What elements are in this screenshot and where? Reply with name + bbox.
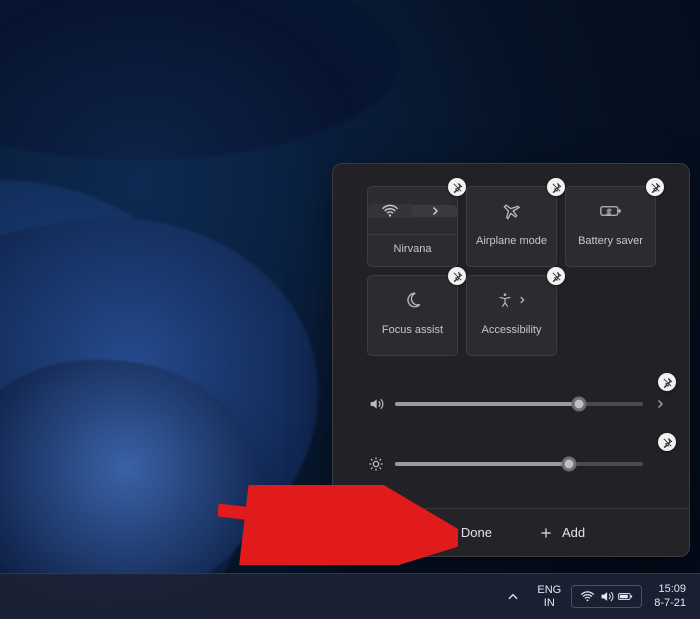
wifi-icon — [580, 589, 595, 604]
tile-label: Nirvana — [390, 243, 436, 256]
wallpaper-wave — [0, 0, 400, 160]
tile-label: Focus assist — [378, 324, 447, 337]
language-button[interactable]: ENG IN — [533, 584, 565, 609]
chevron-right-icon — [517, 295, 527, 305]
chevron-right-icon — [654, 398, 666, 410]
battery-icon — [618, 589, 633, 604]
tile-focus-assist[interactable]: Focus assist — [367, 275, 458, 356]
volume-icon — [599, 589, 614, 604]
accessibility-icon — [497, 292, 513, 308]
tile-label: Accessibility — [478, 324, 546, 337]
clock-time: 15:09 — [654, 583, 686, 597]
brightness-icon — [367, 456, 385, 472]
taskbar: ENG IN 15:09 8-7-21 — [0, 573, 700, 619]
battery-saver-icon — [600, 204, 622, 218]
wifi-toggle-button[interactable] — [368, 204, 412, 218]
language-line1: ENG — [537, 584, 561, 597]
wifi-expand-button[interactable] — [412, 205, 457, 217]
chevron-right-icon — [429, 205, 441, 217]
unpin-button[interactable] — [658, 433, 676, 451]
panel-footer: Done Add — [333, 508, 689, 556]
system-tray-button[interactable] — [571, 585, 642, 608]
unpin-button[interactable] — [658, 373, 676, 391]
check-icon — [437, 525, 453, 541]
tray-overflow-button[interactable] — [499, 582, 527, 612]
airplane-icon — [502, 201, 522, 221]
add-button[interactable]: Add — [528, 519, 595, 547]
tile-grid: Nirvana Airplane mode — [367, 186, 667, 364]
volume-slider[interactable] — [395, 402, 643, 406]
volume-icon — [367, 396, 385, 412]
chevron-up-icon — [506, 590, 520, 604]
plus-icon — [538, 525, 554, 541]
brightness-slider[interactable] — [395, 462, 643, 466]
wifi-icon — [381, 204, 399, 218]
quick-settings-panel: Nirvana Airplane mode — [332, 163, 690, 557]
tile-airplane-mode[interactable]: Airplane mode — [466, 186, 557, 267]
tile-wifi[interactable]: Nirvana — [367, 186, 458, 267]
moon-icon — [404, 291, 422, 309]
unpin-icon — [662, 377, 673, 388]
done-button[interactable]: Done — [427, 519, 502, 547]
tile-label: Airplane mode — [472, 235, 551, 248]
tile-label: Battery saver — [574, 235, 647, 248]
volume-expand-button[interactable] — [653, 398, 667, 410]
volume-slider-block — [367, 382, 667, 426]
brightness-slider-block — [367, 442, 667, 486]
add-label: Add — [562, 525, 585, 540]
language-line2: IN — [537, 597, 561, 610]
tile-accessibility[interactable]: Accessibility — [466, 275, 557, 356]
clock-date: 8-7-21 — [654, 597, 686, 611]
tile-battery-saver[interactable]: Battery saver — [565, 186, 656, 267]
unpin-icon — [662, 437, 673, 448]
clock-button[interactable]: 15:09 8-7-21 — [648, 583, 692, 611]
done-label: Done — [461, 525, 492, 540]
